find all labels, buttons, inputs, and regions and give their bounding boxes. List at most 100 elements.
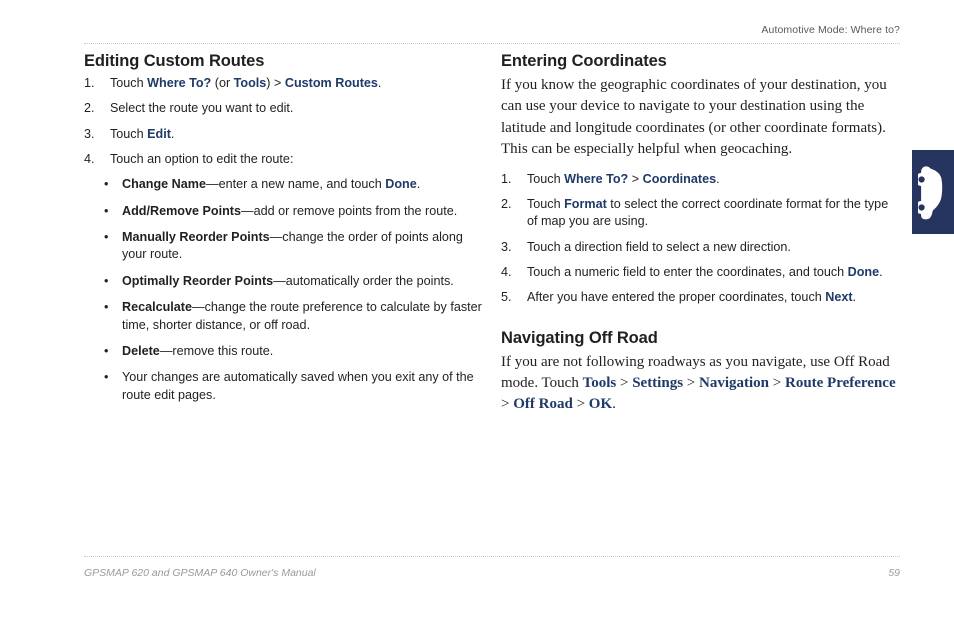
text-run: >	[628, 171, 643, 186]
entering-coordinates-intro: If you know the geographic coordinates o…	[501, 76, 887, 158]
list-item-text: Touch Where To? > Coordinates.	[527, 172, 720, 186]
footer-manual-title: GPSMAP 620 and GPSMAP 640 Owner's Manual	[84, 567, 316, 579]
ui-term: Done	[385, 177, 417, 192]
bullet-icon: •	[104, 343, 109, 358]
ui-term: Where To?	[147, 75, 212, 90]
header-rule	[84, 43, 900, 45]
list-item-text: Manually Reorder Points—change the order…	[122, 230, 463, 261]
ui-term: Tools	[582, 375, 617, 392]
list-item: • Delete—remove this route.	[103, 343, 484, 360]
text-run: Touch a numeric field to enter the coord…	[527, 265, 848, 280]
text-run: ) >	[266, 75, 285, 90]
list-item-text: Select the route you want to edit.	[110, 101, 293, 115]
option-name: Change Name	[122, 177, 206, 192]
section-tab-automotive-mode	[912, 150, 954, 234]
list-item-text: After you have entered the proper coordi…	[527, 290, 856, 304]
text-run: >	[769, 375, 785, 392]
car-icon	[918, 164, 948, 220]
page-title-editing-custom-routes: Editing Custom Routes	[84, 52, 265, 70]
ui-term: Settings	[632, 375, 684, 392]
text-run: >	[501, 396, 514, 413]
text-run: Touch	[527, 196, 565, 211]
list-item-number: 3.	[84, 126, 95, 141]
list-item-text: Change Name—enter a new name, and touch …	[122, 177, 420, 191]
ui-term: Custom Routes	[284, 75, 378, 90]
text-run: .	[377, 75, 382, 90]
list-item-text: Touch a direction field to select a new …	[527, 240, 791, 254]
text-run: Touch	[527, 171, 565, 186]
bullet-icon: •	[104, 230, 109, 245]
text-run: .	[716, 171, 720, 186]
text-run: >	[683, 375, 699, 392]
list-item-text: Touch Where To? (or Tools) > Custom Rout…	[110, 76, 381, 90]
list-item: 2. Touch Format to select the correct coo…	[501, 196, 901, 231]
text-run: .	[612, 396, 616, 413]
list-item-text: Optimally Reorder Points—automatically o…	[122, 274, 454, 288]
ui-term: OK	[588, 396, 613, 413]
option-name: Add/Remove Points	[122, 203, 241, 218]
bullet-icon: •	[104, 370, 109, 385]
ui-term: Next	[825, 290, 853, 305]
bullet-icon: •	[104, 300, 109, 315]
list-item-text: Touch Format to select the correct coord…	[527, 197, 888, 228]
text-run: Your changes are automatically saved whe…	[122, 370, 474, 402]
navigating-off-road-paragraph: If you are not following roadways as you…	[501, 352, 901, 416]
running-header: Automotive Mode: Where to?	[761, 24, 900, 36]
bullet-icon: •	[104, 273, 109, 288]
text-run: Touch	[110, 75, 148, 90]
list-item: 1. Touch Where To? (or Tools) > Custom Ro…	[84, 75, 484, 92]
right-column: Entering Coordinates If you know the geo…	[501, 52, 901, 426]
text-run: —enter a new name, and touch	[205, 177, 386, 192]
ui-term: Where To?	[564, 171, 629, 186]
text-run: —remove this route.	[159, 343, 274, 358]
text-run: After you have entered the proper coordi…	[527, 290, 826, 305]
list-item-number: 1.	[84, 75, 95, 90]
list-item-number: 4.	[501, 265, 512, 280]
entering-coordinates-steps: 1. Touch Where To? > Coordinates. 2. Touch …	[501, 171, 901, 307]
ui-term: Navigation	[699, 375, 770, 392]
text-run: >	[572, 396, 589, 413]
list-item-text: Touch a numeric field to enter the coord…	[527, 265, 883, 279]
editing-custom-routes-steps: 1. Touch Where To? (or Tools) > Custom Ro…	[84, 75, 484, 169]
list-item: • Add/Remove Points—add or remove points …	[103, 203, 484, 220]
ui-term: Edit	[147, 126, 171, 141]
list-item: 1. Touch Where To? > Coordinates.	[501, 171, 901, 188]
list-item-text: Touch an option to edit the route:	[110, 152, 293, 166]
list-item: • Recalculate—change the route preference…	[103, 299, 484, 334]
list-item-text: Recalculate—change the route preference …	[122, 300, 482, 331]
text-run: Touch an option to edit the route:	[110, 151, 294, 166]
footer-rule	[84, 556, 900, 558]
list-item: • Optimally Reorder Points—automatically …	[103, 273, 484, 290]
text-run: —add or remove points from the route.	[240, 203, 458, 218]
text-run: (or	[211, 75, 234, 90]
ui-term: Done	[847, 265, 880, 280]
text-run: .	[852, 290, 857, 305]
ui-term: Route Preference	[784, 375, 896, 392]
page-footer: GPSMAP 620 and GPSMAP 640 Owner's Manual…	[84, 567, 900, 579]
ui-term: Coordinates	[642, 171, 717, 186]
list-item: • Change Name—enter a new name, and touch…	[103, 176, 484, 193]
left-column: Editing Custom Routes 1. Touch Where To? …	[84, 52, 484, 413]
option-name: Recalculate	[122, 300, 193, 315]
option-name: Optimally Reorder Points	[122, 273, 274, 288]
editing-custom-routes-options: • Change Name—enter a new name, and touch…	[84, 176, 484, 404]
list-item-number: 3.	[501, 239, 512, 254]
list-item: 4. Touch a numeric field to enter the coo…	[501, 264, 901, 281]
ui-term: Off Road	[513, 396, 573, 413]
list-item-number: 1.	[501, 171, 512, 186]
list-item: • Your changes are automatically saved wh…	[103, 369, 484, 404]
bullet-icon: •	[104, 177, 109, 192]
text-run: Select the route you want to edit.	[110, 101, 294, 116]
list-item-number: 2.	[501, 196, 512, 211]
page-title-navigating-off-road: Navigating Off Road	[501, 328, 658, 347]
ui-term: Format	[564, 196, 607, 211]
option-name: Delete	[122, 343, 160, 358]
ui-term: Tools	[233, 75, 267, 90]
list-item: 3. Touch Edit.	[84, 126, 484, 143]
list-item: • Manually Reorder Points—change the orde…	[103, 229, 484, 264]
text-run: >	[616, 375, 633, 392]
text-run: Touch a direction field to select a new …	[527, 239, 791, 254]
list-item-text: Touch Edit.	[110, 127, 174, 141]
list-item: 2. Select the route you want to edit.	[84, 100, 484, 117]
list-item: 5. After you have entered the proper coor…	[501, 289, 901, 306]
